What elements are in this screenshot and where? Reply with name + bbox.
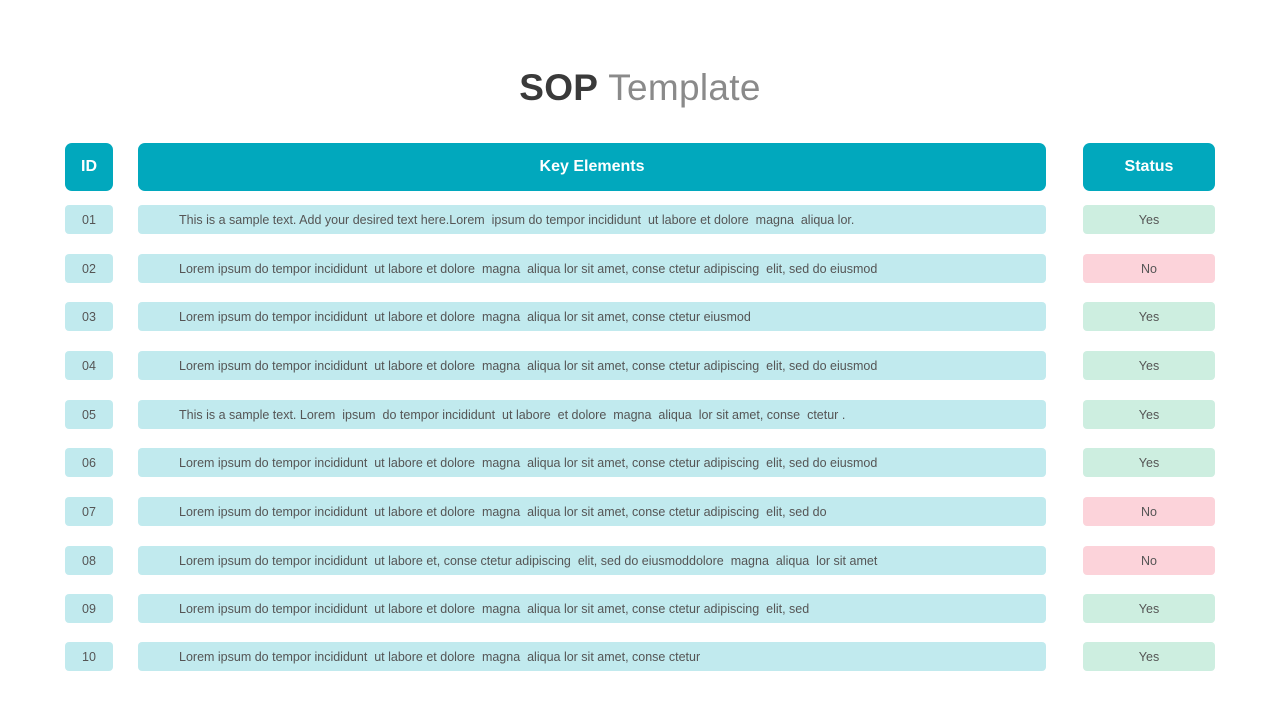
- status-badge: No: [1083, 254, 1215, 283]
- header-status: Status: [1083, 143, 1215, 191]
- row-id: 08: [65, 546, 113, 575]
- page-title: SOP Template: [0, 66, 1280, 110]
- row-key-element: Lorem ipsum do tempor incididunt ut labo…: [138, 302, 1046, 331]
- table-row: 04 Lorem ipsum do tempor incididunt ut la…: [0, 351, 1280, 380]
- row-id: 05: [65, 400, 113, 429]
- title-light: Template: [608, 67, 761, 108]
- table-row: 09 Lorem ipsum do tempor incididunt ut la…: [0, 594, 1280, 623]
- header-id: ID: [65, 143, 113, 191]
- row-key-element: Lorem ipsum do tempor incididunt ut labo…: [138, 351, 1046, 380]
- table-row: 02 Lorem ipsum do tempor incididunt ut la…: [0, 254, 1280, 283]
- table-row: 06 Lorem ipsum do tempor incididunt ut la…: [0, 448, 1280, 477]
- row-id: 06: [65, 448, 113, 477]
- table-row: 07 Lorem ipsum do tempor incididunt ut la…: [0, 497, 1280, 526]
- row-key-element: Lorem ipsum do tempor incididunt ut labo…: [138, 594, 1046, 623]
- row-key-element: Lorem ipsum do tempor incididunt ut labo…: [138, 497, 1046, 526]
- title-strong: SOP: [519, 67, 599, 108]
- row-key-element: Lorem ipsum do tempor incididunt ut labo…: [138, 546, 1046, 575]
- status-badge: Yes: [1083, 302, 1215, 331]
- status-badge: No: [1083, 546, 1215, 575]
- row-id: 07: [65, 497, 113, 526]
- row-key-element: Lorem ipsum do tempor incididunt ut labo…: [138, 254, 1046, 283]
- table-row: 10 Lorem ipsum do tempor incididunt ut la…: [0, 642, 1280, 671]
- row-key-element: Lorem ipsum do tempor incididunt ut labo…: [138, 448, 1046, 477]
- status-badge: Yes: [1083, 351, 1215, 380]
- status-badge: Yes: [1083, 205, 1215, 234]
- row-id: 04: [65, 351, 113, 380]
- row-id: 02: [65, 254, 113, 283]
- status-badge: No: [1083, 497, 1215, 526]
- table-row: 08 Lorem ipsum do tempor incididunt ut la…: [0, 546, 1280, 575]
- row-id: 03: [65, 302, 113, 331]
- row-key-element: Lorem ipsum do tempor incididunt ut labo…: [138, 642, 1046, 671]
- row-key-element: This is a sample text. Lorem ipsum do te…: [138, 400, 1046, 429]
- row-id: 01: [65, 205, 113, 234]
- row-key-element: This is a sample text. Add your desired …: [138, 205, 1046, 234]
- table-row: 03 Lorem ipsum do tempor incididunt ut la…: [0, 302, 1280, 331]
- status-badge: Yes: [1083, 594, 1215, 623]
- row-id: 09: [65, 594, 113, 623]
- status-badge: Yes: [1083, 642, 1215, 671]
- table-row: 01 This is a sample text. Add your desire…: [0, 205, 1280, 234]
- status-badge: Yes: [1083, 400, 1215, 429]
- row-id: 10: [65, 642, 113, 671]
- status-badge: Yes: [1083, 448, 1215, 477]
- table-row: 05 This is a sample text. Lorem ipsum do …: [0, 400, 1280, 429]
- header-key-elements: Key Elements: [138, 143, 1046, 191]
